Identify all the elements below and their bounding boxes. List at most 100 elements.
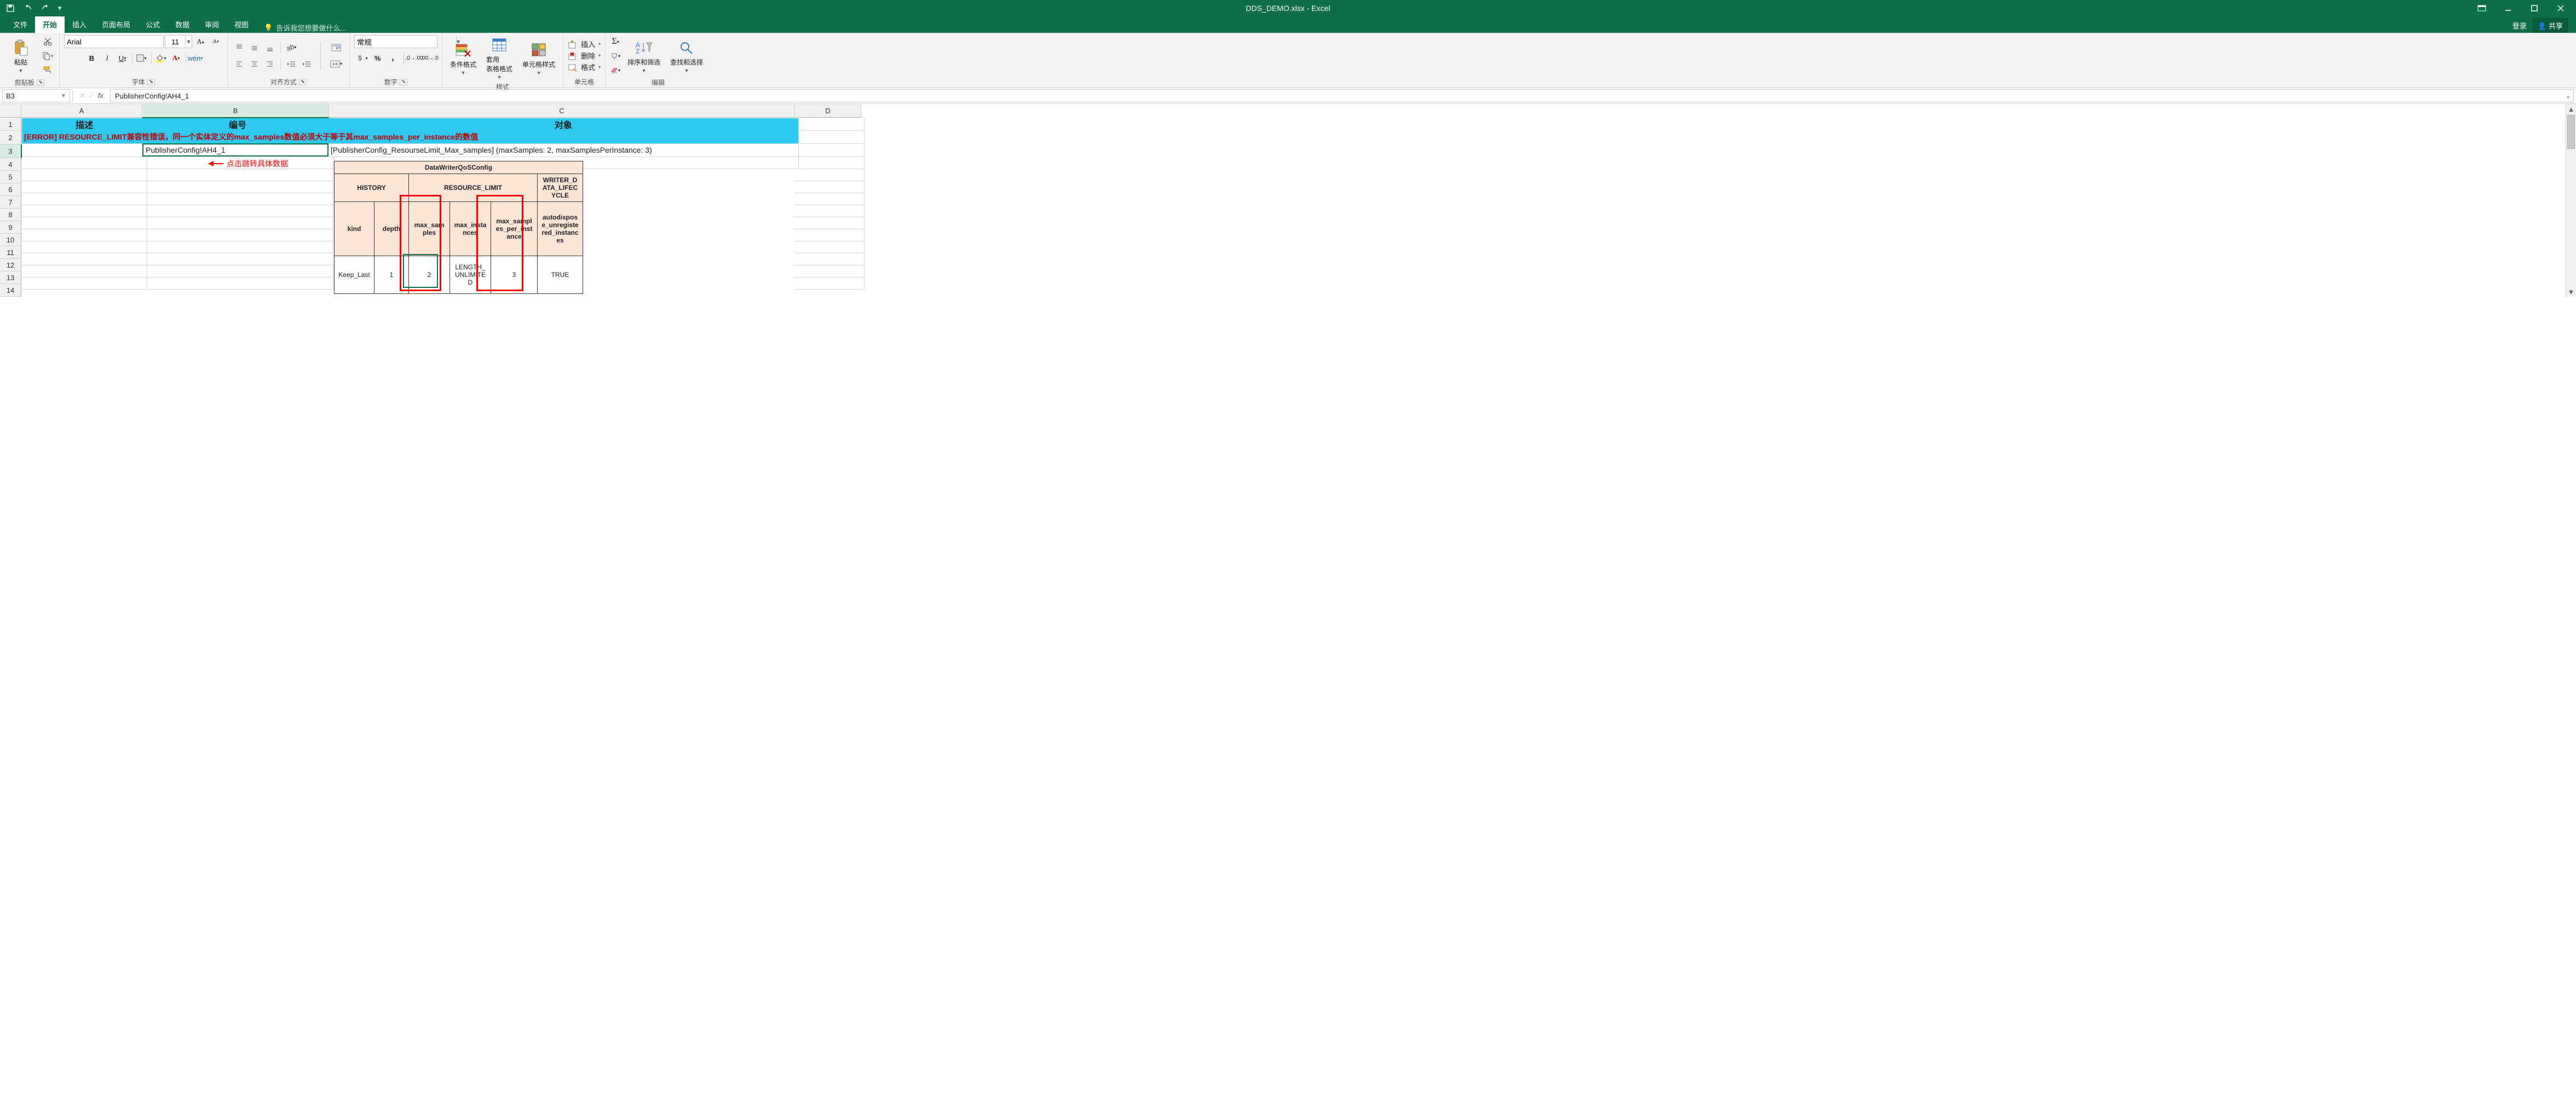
tab-file[interactable]: 文件 xyxy=(5,16,35,33)
clear-button[interactable]: ▾ xyxy=(610,63,621,77)
tab-review[interactable]: 审阅 xyxy=(197,16,227,33)
chevron-down-icon[interactable]: ▾ xyxy=(185,36,192,48)
cell-B13[interactable] xyxy=(142,265,333,277)
borders-button[interactable]: ▾ xyxy=(135,51,149,65)
tab-data[interactable]: 数据 xyxy=(168,16,197,33)
format-as-table-button[interactable]: 套用 表格格式▼ xyxy=(483,35,516,81)
cell-A5[interactable] xyxy=(22,169,147,181)
cell-A14[interactable] xyxy=(22,277,147,290)
orientation-button[interactable]: ab▾ xyxy=(284,41,298,54)
increase-indent-button[interactable] xyxy=(299,57,314,71)
undo-icon[interactable] xyxy=(21,1,35,15)
cell-A6[interactable] xyxy=(22,181,147,193)
login-link[interactable]: 登录 xyxy=(2512,20,2527,31)
align-bottom-button[interactable] xyxy=(263,41,277,54)
number-launcher[interactable]: ⬊ xyxy=(400,79,407,85)
formula-bar[interactable]: PublisherConfig!AH4_1 ⌄ xyxy=(110,89,2574,102)
expand-formula-bar-icon[interactable]: ⌄ xyxy=(2565,91,2571,100)
cell-D4[interactable] xyxy=(794,157,865,169)
align-left-button[interactable] xyxy=(232,57,246,71)
cell-row2-error[interactable]: [ERROR] RESOURCE_LIMIT兼容性错误，同一个实体定义的max_… xyxy=(22,130,799,144)
font-name-input[interactable] xyxy=(65,36,166,48)
cell-D1[interactable] xyxy=(794,118,865,131)
cell-D2[interactable] xyxy=(794,130,865,144)
decrease-indent-button[interactable] xyxy=(284,57,298,71)
alignment-launcher[interactable]: ⬊ xyxy=(299,79,307,85)
scroll-up-icon[interactable]: ▲ xyxy=(2566,104,2576,114)
decrease-font-button[interactable]: A▾ xyxy=(209,35,223,48)
clipboard-launcher[interactable]: ⬊ xyxy=(37,79,44,86)
ribbon-display-icon[interactable] xyxy=(2470,0,2494,16)
cut-button[interactable] xyxy=(41,35,55,48)
select-all-corner[interactable] xyxy=(0,104,21,118)
row-header-9[interactable]: 9 xyxy=(0,221,21,234)
font-name-combo[interactable]: ▾ xyxy=(64,35,164,48)
delete-cells-button[interactable]: 删除▾ xyxy=(568,50,601,61)
enter-formula-icon[interactable]: ✓ xyxy=(89,91,95,100)
cell-B8[interactable] xyxy=(142,205,333,217)
find-select-button[interactable]: 查找和选择▼ xyxy=(667,38,706,74)
wrap-text-button[interactable] xyxy=(327,41,345,54)
increase-decimal-button[interactable]: .0→.00 xyxy=(407,51,422,65)
col-header-A[interactable]: A xyxy=(21,104,142,118)
align-center-button[interactable] xyxy=(247,57,262,71)
col-header-D[interactable]: D xyxy=(795,104,861,118)
row-header-6[interactable]: 6 xyxy=(0,183,21,196)
cell-styles-button[interactable]: 单元格样式▼ xyxy=(519,40,558,77)
autosum-button[interactable]: Σ▾ xyxy=(610,35,621,48)
row-header-2[interactable]: 2 xyxy=(0,131,21,144)
cell-A10[interactable] xyxy=(22,229,147,241)
cell-D14[interactable] xyxy=(794,277,865,290)
decrease-decimal-button[interactable]: .00→.0 xyxy=(423,51,437,65)
font-size-combo[interactable]: ▾ xyxy=(165,35,192,48)
cell-B11[interactable] xyxy=(142,241,333,253)
cell-D10[interactable] xyxy=(794,229,865,241)
cell-D8[interactable] xyxy=(794,205,865,217)
share-button[interactable]: 👤共享 xyxy=(2532,18,2568,33)
insert-cells-button[interactable]: 插入▾ xyxy=(568,39,601,49)
paste-button[interactable]: 粘贴 ▼ xyxy=(4,38,37,74)
cell-B14[interactable] xyxy=(142,277,333,290)
tab-view[interactable]: 视图 xyxy=(227,16,256,33)
cell-C1[interactable]: 对象 xyxy=(329,118,799,131)
cell-A4[interactable] xyxy=(22,157,147,169)
cell-B3-selected[interactable]: PublisherConfig!AH4_1 xyxy=(142,143,329,157)
fx-icon[interactable]: fx xyxy=(98,91,103,100)
tab-home[interactable]: 开始 xyxy=(35,16,65,33)
font-color-button[interactable]: A▾ xyxy=(169,51,183,65)
cell-A13[interactable] xyxy=(22,265,147,277)
grid[interactable]: 描述 编号 对象 [ERROR] RESOURCE_LIMIT兼容性错误，同一个… xyxy=(22,118,860,290)
cell-D11[interactable] xyxy=(794,241,865,253)
redo-icon[interactable] xyxy=(38,1,53,15)
cell-B6[interactable] xyxy=(142,181,333,193)
fill-button[interactable]: ▾ xyxy=(610,49,621,62)
cell-D5[interactable] xyxy=(794,169,865,181)
close-icon[interactable] xyxy=(2549,0,2573,16)
save-icon[interactable] xyxy=(3,1,18,15)
comma-button[interactable]: , xyxy=(386,51,400,65)
vertical-scrollbar[interactable]: ▲ ▼ xyxy=(2566,104,2576,297)
tab-formulas[interactable]: 公式 xyxy=(138,16,168,33)
tell-me[interactable]: 💡 告诉我您想要做什么... xyxy=(256,22,346,33)
row-header-11[interactable]: 11 xyxy=(0,246,21,259)
row-header-4[interactable]: 4 xyxy=(0,158,21,171)
row-header-13[interactable]: 13 xyxy=(0,271,21,284)
underline-button[interactable]: U▾ xyxy=(116,51,130,65)
percent-button[interactable]: % xyxy=(371,51,385,65)
row-header-7[interactable]: 7 xyxy=(0,196,21,209)
cell-A9[interactable] xyxy=(22,217,147,229)
copy-button[interactable]: ▾ xyxy=(41,49,55,62)
align-top-button[interactable] xyxy=(232,41,246,54)
scroll-down-icon[interactable]: ▼ xyxy=(2566,287,2576,297)
cell-A11[interactable] xyxy=(22,241,147,253)
cell-B10[interactable] xyxy=(142,229,333,241)
cell-C3[interactable]: [PublisherConfig_ResourseLimit_Max_sampl… xyxy=(329,143,799,157)
merge-center-button[interactable]: ▾ xyxy=(327,57,345,71)
cell-D13[interactable] xyxy=(794,265,865,277)
qat-customize-icon[interactable]: ▾ xyxy=(56,1,64,15)
cell-D6[interactable] xyxy=(794,181,865,193)
tab-insert[interactable]: 插入 xyxy=(65,16,94,33)
name-box[interactable]: B3▼ xyxy=(2,89,70,102)
phonetic-button[interactable]: wén▾ xyxy=(188,51,203,65)
cell-D3[interactable] xyxy=(794,143,865,157)
